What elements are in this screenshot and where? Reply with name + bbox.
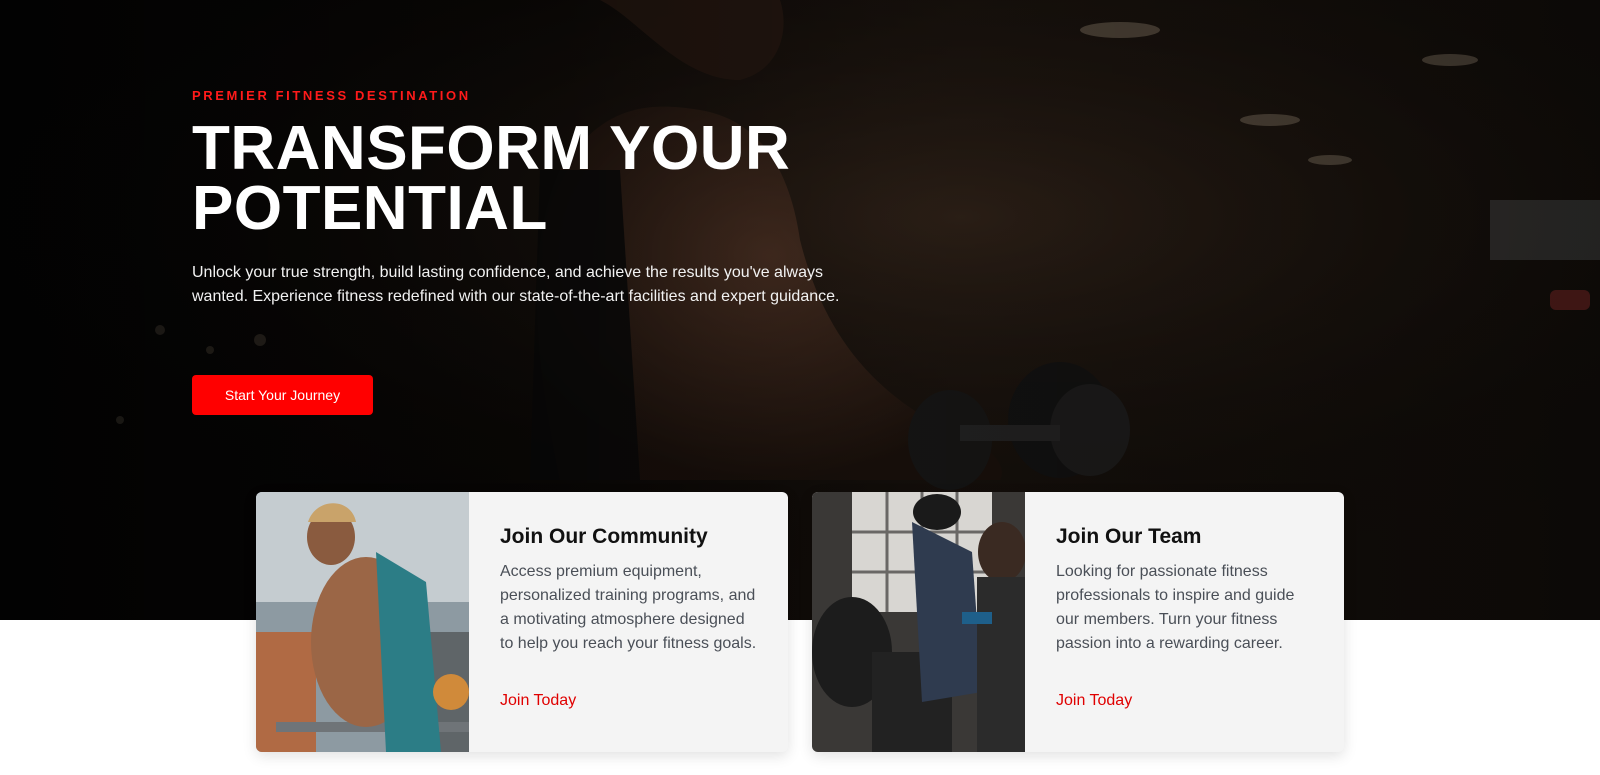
community-card-image	[256, 492, 469, 752]
team-card-body: Join Our Team Looking for passionate fit…	[1025, 492, 1344, 752]
hero-headline-line1: TRANSFORM YOUR	[192, 114, 791, 183]
team-card-title: Join Our Team	[1056, 525, 1202, 548]
hero-eyebrow: PREMIER FITNESS DESTINATION	[192, 88, 471, 103]
hero-headline: TRANSFORM YOUR POTENTIAL	[192, 118, 892, 240]
team-card-image	[812, 492, 1025, 752]
community-card: Join Our Community Access premium equipm…	[256, 492, 788, 752]
community-join-link[interactable]: Join Today	[500, 692, 576, 710]
landing-page: PREMIER FITNESS DESTINATION TRANSFORM YO…	[0, 0, 1600, 775]
hero-headline-line2: POTENTIAL	[192, 174, 548, 243]
team-card-text: Looking for passionate fitness professio…	[1056, 563, 1295, 652]
community-card-text: Access premium equipment, personalized t…	[500, 563, 757, 652]
community-card-body: Join Our Community Access premium equipm…	[469, 492, 788, 752]
hero-lead-text: Unlock your true strength, build lasting…	[192, 264, 840, 305]
start-journey-button[interactable]: Start Your Journey	[192, 375, 373, 415]
community-card-title: Join Our Community	[500, 525, 708, 548]
team-join-link[interactable]: Join Today	[1056, 692, 1132, 710]
hero-section: PREMIER FITNESS DESTINATION TRANSFORM YO…	[0, 0, 1600, 620]
hero-content: PREMIER FITNESS DESTINATION TRANSFORM YO…	[192, 88, 892, 415]
team-card: Join Our Team Looking for passionate fit…	[812, 492, 1344, 752]
